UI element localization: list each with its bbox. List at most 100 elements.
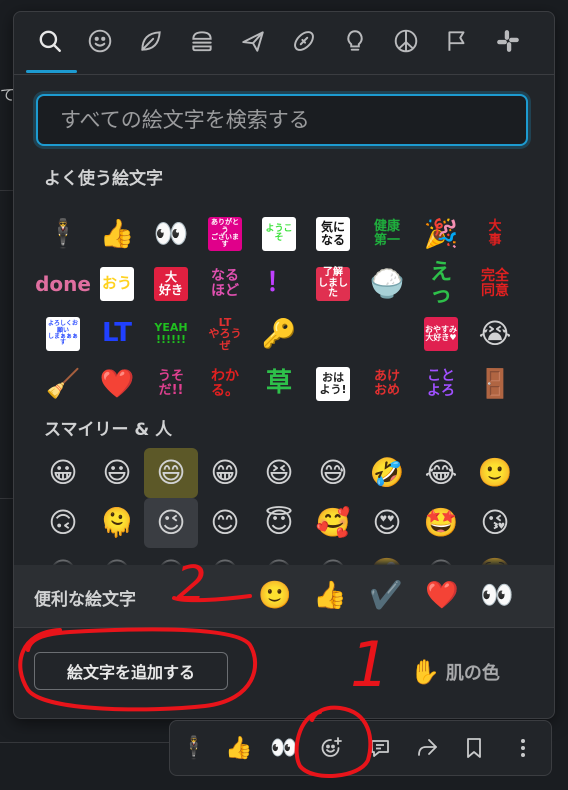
emoji-search-input[interactable]: [36, 94, 528, 146]
emoji: 🚪: [477, 367, 513, 400]
smiley-emoji-cell[interactable]: 🙃: [36, 498, 90, 548]
frequent-emoji-cell[interactable]: なる ほど: [198, 259, 252, 309]
frequent-emoji-cell[interactable]: おは よう!: [306, 359, 360, 409]
smiley-emoji-cell[interactable]: 😁: [198, 448, 252, 498]
handy-emoji[interactable]: ✔️: [366, 575, 406, 615]
toolbar-emoji-reaction[interactable]: 👀: [266, 730, 302, 766]
emoji: 😭: [478, 317, 512, 350]
custom-emoji: おは よう!: [316, 367, 350, 401]
smiley-emoji-cell[interactable]: 🙂: [468, 448, 522, 498]
frequent-emoji-cell[interactable]: ❤️: [90, 359, 144, 409]
burger-tab-icon[interactable]: [176, 12, 228, 70]
background-divider: [0, 498, 14, 499]
custom-emoji: LT やろうぜ: [208, 315, 242, 352]
frequent-emoji-cell[interactable]: 完全 同意: [468, 259, 522, 309]
frequent-emoji-cell[interactable]: 🔑: [252, 309, 306, 359]
frequent-emoji-cell[interactable]: えっ: [414, 259, 468, 309]
custom-emoji: よろしくお願い しまぁぁぁす: [46, 317, 80, 351]
frequent-emoji-cell[interactable]: ！: [252, 259, 306, 309]
frequent-emoji-cell[interactable]: 🎉: [414, 209, 468, 259]
smiley-emoji-cell[interactable]: 🤩: [414, 498, 468, 548]
smiley-emoji-cell[interactable]: 😇: [252, 498, 306, 548]
skin-tone-button[interactable]: ✋ 肌の色: [410, 658, 500, 686]
frequent-emoji-cell[interactable]: 気に なる: [306, 209, 360, 259]
frequent-emoji-cell[interactable]: LT やろうぜ: [198, 309, 252, 359]
background-divider: [0, 190, 14, 191]
bookmark-icon[interactable]: [456, 730, 492, 766]
handy-emoji[interactable]: 🙂: [255, 575, 295, 615]
handy-emoji[interactable]: ❤️: [422, 575, 462, 615]
toolbar-emoji-reaction[interactable]: 👍: [221, 730, 257, 766]
emoji: 😆: [264, 456, 294, 489]
frequent-emoji-cell[interactable]: [360, 309, 414, 359]
frequent-emoji-cell[interactable]: よろしくお願い しまぁぁぁす: [36, 309, 90, 359]
smiley-emoji-cell[interactable]: 😄: [144, 448, 198, 498]
frequent-emoji-cell[interactable]: 🚪: [468, 359, 522, 409]
custom-emoji: わか る。: [211, 368, 239, 399]
smiley-emoji-cell[interactable]: 🫠: [90, 498, 144, 548]
emoji: 🤩: [423, 506, 459, 539]
emoji-picker: よく使う絵文字 🕴 👍 👀 ありがとう ございますようこそ気に なる健康 第一 🎉 大 事…: [13, 11, 555, 719]
smiley-emoji-cell[interactable]: 🥰: [306, 498, 360, 548]
smiley-emoji-cell[interactable]: 😂: [414, 448, 468, 498]
search-tab-icon[interactable]: [24, 12, 76, 70]
frequent-emoji-cell[interactable]: done: [35, 259, 91, 309]
custom-emoji: おやすみ 大好き♥: [424, 317, 458, 351]
smiley-emoji-cell[interactable]: 😆: [252, 448, 306, 498]
peace-tab-icon[interactable]: [380, 12, 432, 70]
frequent-emoji-cell[interactable]: [306, 309, 360, 359]
frequent-emoji-cell[interactable]: 大 好き: [144, 259, 198, 309]
frequent-emoji-cell[interactable]: ありがとう ございます: [198, 209, 252, 259]
frequent-emoji-cell[interactable]: 健康 第一: [360, 209, 414, 259]
smiley-tab-icon[interactable]: [74, 12, 126, 70]
frequent-emoji-cell[interactable]: あけ おめ: [360, 359, 414, 409]
add-reaction-icon[interactable]: [313, 730, 349, 766]
message-actions-toolbar: 🕴 👍 👀: [169, 720, 552, 776]
frequent-emoji-cell[interactable]: 了解 しました: [306, 259, 360, 309]
frequent-emoji-cell[interactable]: 👍: [90, 209, 144, 259]
custom-emoji: LT: [102, 318, 132, 349]
frequent-emoji-cell[interactable]: おやすみ 大好き♥: [414, 309, 468, 359]
frequent-emoji-cell[interactable]: ようこそ: [252, 209, 306, 259]
smiley-emoji-cell[interactable]: 😉: [144, 498, 198, 548]
frequent-emoji-cell[interactable]: うそ だ!!: [144, 359, 198, 409]
reply-thread-icon[interactable]: [362, 730, 398, 766]
emoji: 😃: [102, 456, 132, 489]
flag-tab-icon[interactable]: [431, 12, 483, 70]
airplane-tab-icon[interactable]: [227, 12, 279, 70]
custom-emoji: 了解 しました: [316, 267, 350, 301]
smiley-emoji-cell[interactable]: 😅: [306, 448, 360, 498]
slack-tab-icon[interactable]: [482, 12, 534, 70]
football-tab-icon[interactable]: [278, 12, 330, 70]
toolbar-emoji-reaction[interactable]: 🕴: [176, 730, 212, 766]
smiley-emoji-cell[interactable]: 😘: [468, 498, 522, 548]
frequent-emoji-cell[interactable]: 大 事: [468, 209, 522, 259]
frequent-emoji-cell[interactable]: LT: [90, 309, 144, 359]
frequent-emoji-cell[interactable]: おう: [90, 259, 144, 309]
smiley-emoji-cell[interactable]: 😃: [90, 448, 144, 498]
frequent-emoji-cell[interactable]: わか る。: [198, 359, 252, 409]
emoji: 🥰: [315, 506, 351, 539]
raised-hand-icon: ✋: [410, 658, 440, 686]
frequent-emoji-cell[interactable]: 🕴: [36, 209, 90, 259]
frequent-emoji-cell[interactable]: 👀: [144, 209, 198, 259]
more-actions-icon[interactable]: [505, 730, 541, 766]
frequent-emoji-cell[interactable]: 🍚: [360, 259, 414, 309]
smiley-emoji-cell[interactable]: 🤣: [360, 448, 414, 498]
emoji: 😘: [480, 506, 510, 539]
frequent-emoji-cell[interactable]: 🧹: [36, 359, 90, 409]
frequent-emoji-cell[interactable]: YEAH !!!!!!: [144, 309, 198, 359]
smiley-emoji-cell[interactable]: 😍: [360, 498, 414, 548]
handy-emoji[interactable]: 👍: [310, 575, 350, 615]
smiley-emoji-cell[interactable]: 😊: [198, 498, 252, 548]
add-emoji-button[interactable]: 絵文字を追加する: [34, 652, 228, 690]
handy-emoji[interactable]: 👀: [477, 575, 517, 615]
share-icon[interactable]: [409, 730, 445, 766]
leaf-tab-icon[interactable]: [125, 12, 177, 70]
smiley-emoji-cell[interactable]: 😀: [36, 448, 90, 498]
frequent-emoji-cell[interactable]: こと よろ: [414, 359, 468, 409]
smileys-section-title: スマイリー & 人: [44, 420, 173, 440]
frequent-emoji-cell[interactable]: 草: [252, 359, 306, 409]
frequent-emoji-cell[interactable]: 😭: [468, 309, 522, 359]
lightbulb-tab-icon[interactable]: [329, 12, 381, 70]
